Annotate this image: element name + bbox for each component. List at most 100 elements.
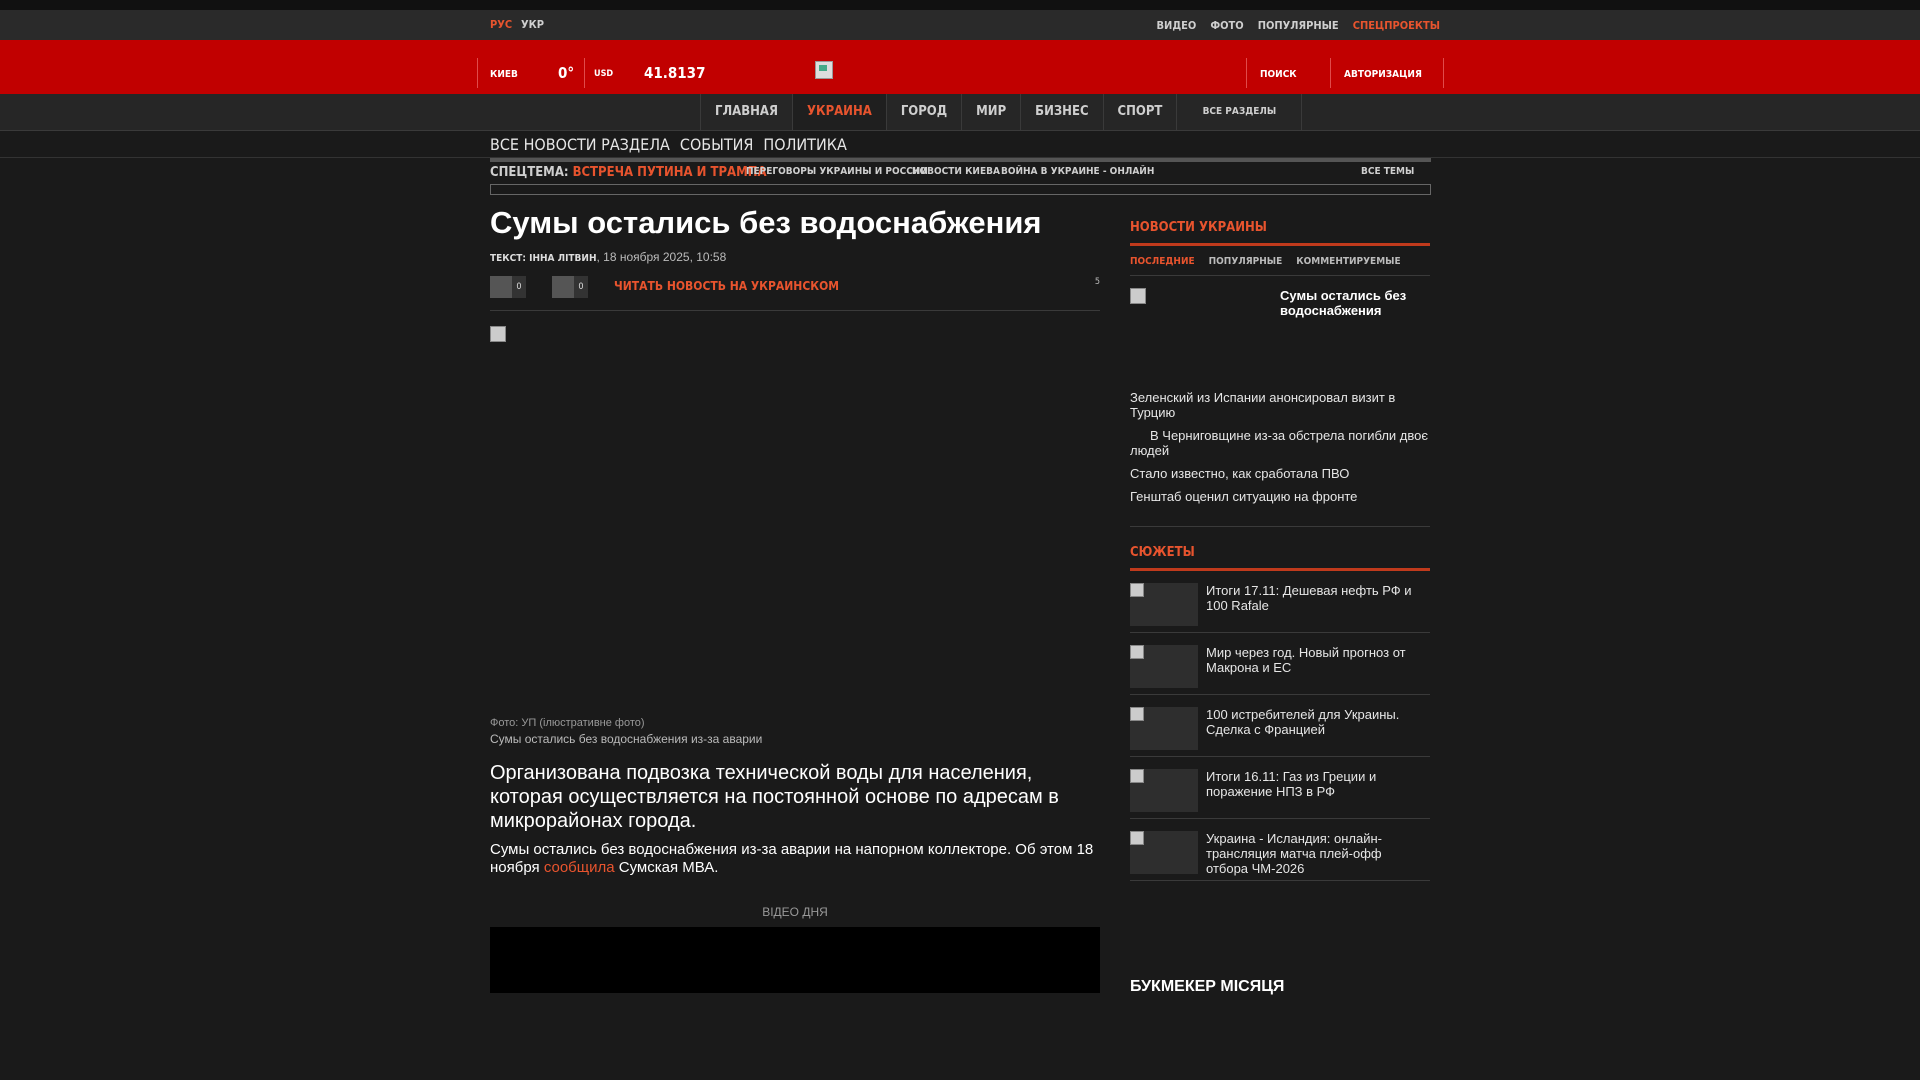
news-list-item[interactable]: Генштаб оценил ситуацию на фронте xyxy=(1130,489,1430,504)
featured-news[interactable]: Сумы остались без водоснабжения xyxy=(1130,276,1430,382)
currency-rate: 41.8137 xyxy=(644,64,706,82)
body-text: Сумская МВА. xyxy=(614,859,719,876)
story-title[interactable]: Итоги 16.11: Газ из Греции и поражение Н… xyxy=(1206,769,1426,799)
special-topic-label: СПЕЦТЕМА: xyxy=(490,164,569,180)
story-thumbnail[interactable] xyxy=(1130,707,1198,750)
broken-image-icon xyxy=(490,326,506,342)
auth-link[interactable]: АВТОРИЗАЦИЯ xyxy=(1344,69,1422,80)
sidebar-tab[interactable]: ПОПУЛЯРНЫЕ xyxy=(1209,256,1283,267)
source-link[interactable]: сообщила xyxy=(544,859,615,876)
video-of-day-label: ВІДЕО ДНЯ xyxy=(762,905,828,919)
special-topic: СПЕЦТЕМА: ВСТРЕЧА ПУТИНА И ТРАМПА xyxy=(490,164,767,180)
temperature: 0° xyxy=(558,64,575,82)
story-item[interactable]: Итоги 17.11: Дешевая нефть РФ и 100 Rafa… xyxy=(1130,571,1430,633)
topic-link[interactable]: НОВОСТИ КИЕВА xyxy=(912,166,1000,177)
special-topic-link[interactable]: ВСТРЕЧА ПУТИНА И ТРАМПА xyxy=(573,165,767,180)
main-nav: ГЛАВНАЯ УКРАИНА ГОРОД МИР БИЗНЕС СПОРТ ВСЕ РАЗ… xyxy=(0,94,1920,131)
main-nav-item[interactable]: МИР xyxy=(961,94,1020,130)
main-nav-item[interactable]: СПОРТ xyxy=(1102,94,1177,130)
divider xyxy=(1443,58,1444,88)
article-photo xyxy=(490,326,1100,712)
lang-ua-link[interactable]: УКР xyxy=(521,10,544,40)
story-thumbnail[interactable] xyxy=(1130,831,1198,874)
telegram-share-icon[interactable] xyxy=(552,276,574,298)
featured-news-title[interactable]: Сумы остались без водоснабжения xyxy=(1280,288,1430,318)
sidebar-tab[interactable]: ПОСЛЕДНИЕ xyxy=(1130,256,1195,267)
top-nav-link[interactable]: ВИДЕО xyxy=(1157,19,1197,32)
city-label: КИЕВ xyxy=(490,69,518,80)
sub-nav-item[interactable]: ПОЛИТИКА xyxy=(763,135,846,154)
news-list-item[interactable]: Стало известно, как сработала ПВО xyxy=(1130,466,1430,481)
article-lead: Организована подвозка технической воды д… xyxy=(490,762,1059,832)
story-title[interactable]: Мир через год. Новый прогноз от Макрона … xyxy=(1206,645,1426,675)
story-title[interactable]: 100 истребителей для Украины. Сделка с Ф… xyxy=(1206,707,1426,737)
story-item[interactable]: Итоги 16.11: Газ из Греции и поражение Н… xyxy=(1130,757,1430,819)
top-strip xyxy=(0,0,1920,10)
stories-list: Итоги 17.11: Дешевая нефть РФ и 100 Rafa… xyxy=(1130,571,1430,881)
story-title[interactable]: Итоги 17.11: Дешевая нефть РФ и 100 Rafa… xyxy=(1206,583,1426,613)
share-bar: 0 0 ЧИТАТЬ НОВОСТЬ НА УКРАИНСКОМ 5 xyxy=(490,276,1100,311)
divider xyxy=(584,58,585,88)
article-body: Сумы остались без водоснабжения из-за ав… xyxy=(490,841,1100,877)
article-title: Сумы остались без водоснабжения xyxy=(490,205,1042,240)
sub-nav-items: ВСЕ НОВОСТИ РАЗДЕЛА СОБЫТИЯ ПОЛИТИКА xyxy=(490,131,847,157)
sub-nav-item[interactable]: СОБЫТИЯ xyxy=(680,135,754,154)
sidebar-tabs: ПОСЛЕДНИЕ ПОПУЛЯРНЫЕ КОММЕНТИРУЕМЫЕ xyxy=(1130,256,1430,276)
news-list-item[interactable]: В Черниговщине из-за обстрела погибли дв… xyxy=(1130,428,1430,458)
story-thumbnail[interactable] xyxy=(1130,645,1198,688)
share-count: 0 xyxy=(512,276,526,298)
story-thumbnail[interactable] xyxy=(1130,769,1198,812)
main-nav-item[interactable]: ГЛАВНАЯ xyxy=(700,94,792,130)
broken-image-icon xyxy=(1130,645,1144,659)
share-count: 0 xyxy=(574,276,588,298)
topic-link[interactable]: ПЕРЕГОВОРЫ УКРАИНЫ И РОССИИ xyxy=(746,166,928,177)
story-item[interactable]: Мир через год. Новый прогноз от Макрона … xyxy=(1130,633,1430,695)
broken-image-icon xyxy=(1130,288,1146,304)
top-right-nav: ВИДЕО ФОТО ПОПУЛЯРНЫЕ СПЕЦПРОЕКТЫ xyxy=(1157,10,1441,40)
read-in-ukrainian-link[interactable]: ЧИТАТЬ НОВОСТЬ НА УКРАИНСКОМ xyxy=(614,279,839,293)
article-date: 18 ноября 2025, 10:58 xyxy=(603,250,727,264)
main-nav-items: ГЛАВНАЯ УКРАИНА ГОРОД МИР БИЗНЕС СПОРТ ВСЕ РАЗ… xyxy=(700,94,1303,130)
sidebar-heading[interactable]: НОВОСТИ УКРАИНЫ xyxy=(1130,220,1430,246)
divider xyxy=(477,58,478,88)
broken-image-icon xyxy=(1130,831,1144,845)
broken-image-icon xyxy=(1130,769,1144,783)
main-nav-item[interactable]: БИЗНЕС xyxy=(1020,94,1102,130)
all-sections-link[interactable]: ВСЕ РАЗДЕЛЫ xyxy=(1176,94,1303,130)
divider xyxy=(1330,58,1331,88)
section-sub-nav: ВСЕ НОВОСТИ РАЗДЕЛА СОБЫТИЯ ПОЛИТИКА xyxy=(0,131,1920,158)
article-author[interactable]: ТЕКСТ: ІННА ЛІТВИН xyxy=(490,253,596,264)
news-list-item[interactable]: Зеленский из Испании анонсировал визит в… xyxy=(1130,390,1430,420)
news-list: Зеленский из Испании анонсировал визит в… xyxy=(1130,390,1430,504)
broken-image-icon xyxy=(1130,583,1144,597)
top-nav-link[interactable]: СПЕЦПРОЕКТЫ xyxy=(1353,19,1440,32)
bookmaker-heading: БУКМЕКЕР МІСЯЦЯ xyxy=(1130,978,1285,995)
story-item[interactable]: Украина - Исландия: онлайн-трансляция ма… xyxy=(1130,819,1430,881)
video-player[interactable] xyxy=(490,927,1100,993)
topic-link[interactable]: ВОЙНА В УКРАИНЕ - ОНЛАЙН xyxy=(1001,166,1154,177)
header-bar: КИЕВ 0° USD 41.8137 ПОИСК АВТОРИЗАЦИЯ xyxy=(0,40,1920,94)
article-meta: ТЕКСТ: ІННА ЛІТВИН, 18 ноября 2025, 10:5… xyxy=(490,250,1100,264)
photo-credit: Фото: УП (ілюстративне фото) xyxy=(490,717,645,729)
broken-image-icon xyxy=(1130,707,1144,721)
comments-count[interactable]: 5 xyxy=(1095,277,1100,287)
top-nav-link[interactable]: ПОПУЛЯРНЫЕ xyxy=(1258,19,1339,32)
all-topics-link[interactable]: ВСЕ ТЕМЫ xyxy=(1361,166,1414,177)
photo-caption: Сумы остались без водоснабжения из-за ав… xyxy=(490,732,763,746)
story-thumbnail[interactable] xyxy=(1130,583,1198,626)
lang-ru-link[interactable]: РУС xyxy=(490,10,512,40)
main-nav-item[interactable]: УКРАИНА xyxy=(791,94,886,130)
topics-bar: СПЕЦТЕМА: ВСТРЕЧА ПУТИНА И ТРАМПА ПЕРЕГО… xyxy=(490,158,1431,195)
site-logo-image[interactable] xyxy=(815,61,833,79)
top-nav-link[interactable]: ФОТО xyxy=(1210,19,1243,32)
top-bar: РУС УКР ВИДЕО ФОТО ПОПУЛЯРНЫЕ СПЕЦПРОЕКТЫ xyxy=(0,10,1920,40)
search-link[interactable]: ПОИСК xyxy=(1260,69,1297,80)
facebook-share-icon[interactable] xyxy=(490,276,512,298)
divider xyxy=(1246,58,1247,88)
sidebar-tab[interactable]: КОММЕНТИРУЕМЫЕ xyxy=(1296,256,1400,267)
stories-heading[interactable]: СЮЖЕТЫ xyxy=(1130,526,1430,571)
story-title[interactable]: Украина - Исландия: онлайн-трансляция ма… xyxy=(1206,831,1426,876)
story-item[interactable]: 100 истребителей для Украины. Сделка с Ф… xyxy=(1130,695,1430,757)
sub-nav-item[interactable]: ВСЕ НОВОСТИ РАЗДЕЛА xyxy=(490,135,670,154)
main-nav-item[interactable]: ГОРОД xyxy=(885,94,961,130)
